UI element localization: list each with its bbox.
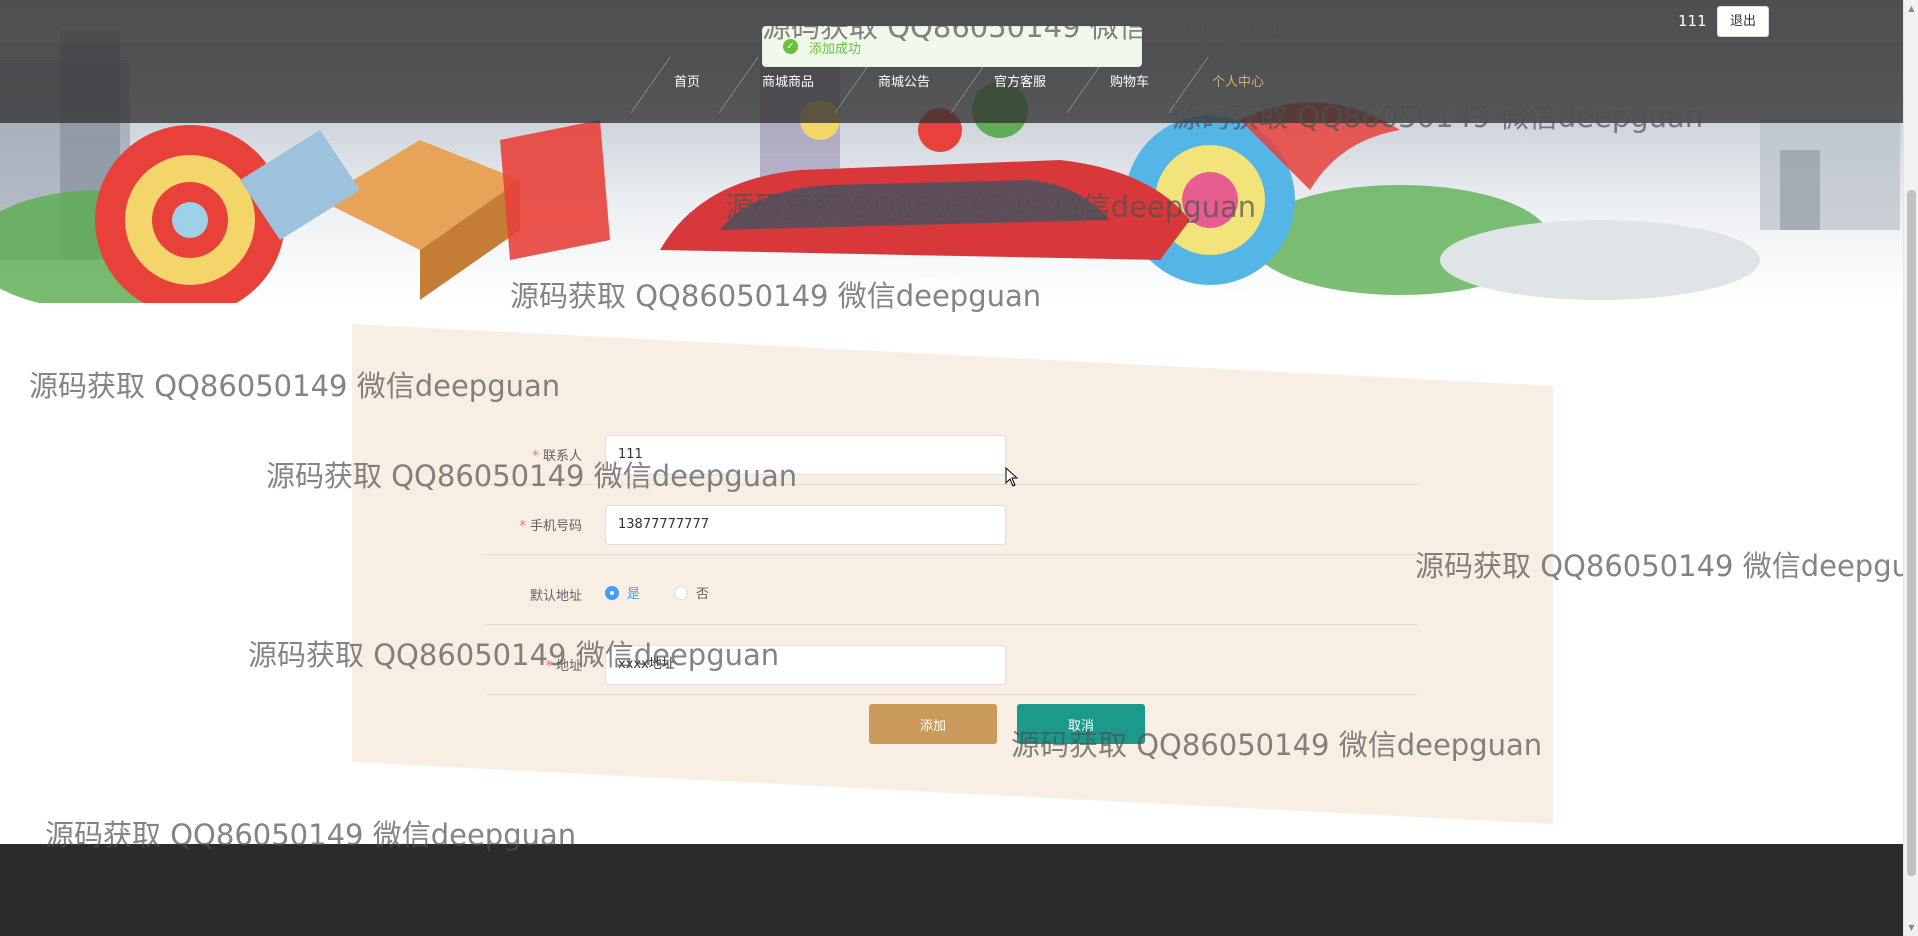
cancel-button[interactable]: 取消 [1017,704,1145,744]
phone-input[interactable]: 13877777777 [605,505,1006,545]
phone-label-text: 手机号码 [529,519,582,534]
radio-yes-label[interactable]: 是 [627,583,640,602]
contact-label-text: 联系人 [542,449,582,464]
nav-item-personal-center[interactable]: 个人中心 [1212,43,1264,123]
required-mark: * [519,519,526,534]
carousel-dot-active[interactable] [918,278,940,287]
username: 111 [1678,12,1707,30]
form-row-address: * 地址 xxxx地址 [485,625,1418,695]
form-row-contact: * 联系人 111 [485,415,1418,485]
nav-item-home[interactable]: 首页 [674,43,700,123]
carousel-indicators [918,278,959,287]
scroll-thumb[interactable] [1907,190,1916,876]
address-input[interactable]: xxxx地址 [605,645,1006,685]
radio-no[interactable] [674,585,689,600]
nav-separator [718,57,759,113]
default-address-label: 默认地址 [529,589,582,604]
nav-separator [1168,57,1209,113]
scroll-up-icon[interactable]: ▲ [1904,0,1918,17]
address-label: * 地址 [545,655,582,674]
check-circle-icon: ✓ [783,39,798,54]
phone-label: * 手机号码 [519,515,582,534]
carousel-dot[interactable] [950,278,959,287]
radio-yes[interactable] [605,585,619,600]
contact-input[interactable]: 111 [605,435,1006,475]
required-mark: * [532,449,539,464]
required-mark: * [545,659,552,674]
form-row-default-address: 默认地址 是 否 [485,555,1418,625]
success-toast: ✓ 添加成功 [762,26,1142,67]
form-row-phone: * 手机号码 13877777777 [485,485,1418,555]
radio-no-label[interactable]: 否 [696,583,709,602]
add-button[interactable]: 添加 [869,704,997,744]
mouse-cursor-icon [1005,467,1019,487]
contact-label: * 联系人 [532,445,582,464]
toast-message: 添加成功 [809,42,862,57]
footer [0,844,1903,936]
logout-button[interactable]: 退出 [1717,6,1769,37]
page-scrollbar[interactable]: ▲ ▼ [1903,0,1918,936]
address-label-text: 地址 [555,659,582,674]
default-address-radio-group: 是 否 [605,583,735,602]
nav-separator [630,57,671,113]
scroll-down-icon[interactable]: ▼ [1904,919,1918,936]
